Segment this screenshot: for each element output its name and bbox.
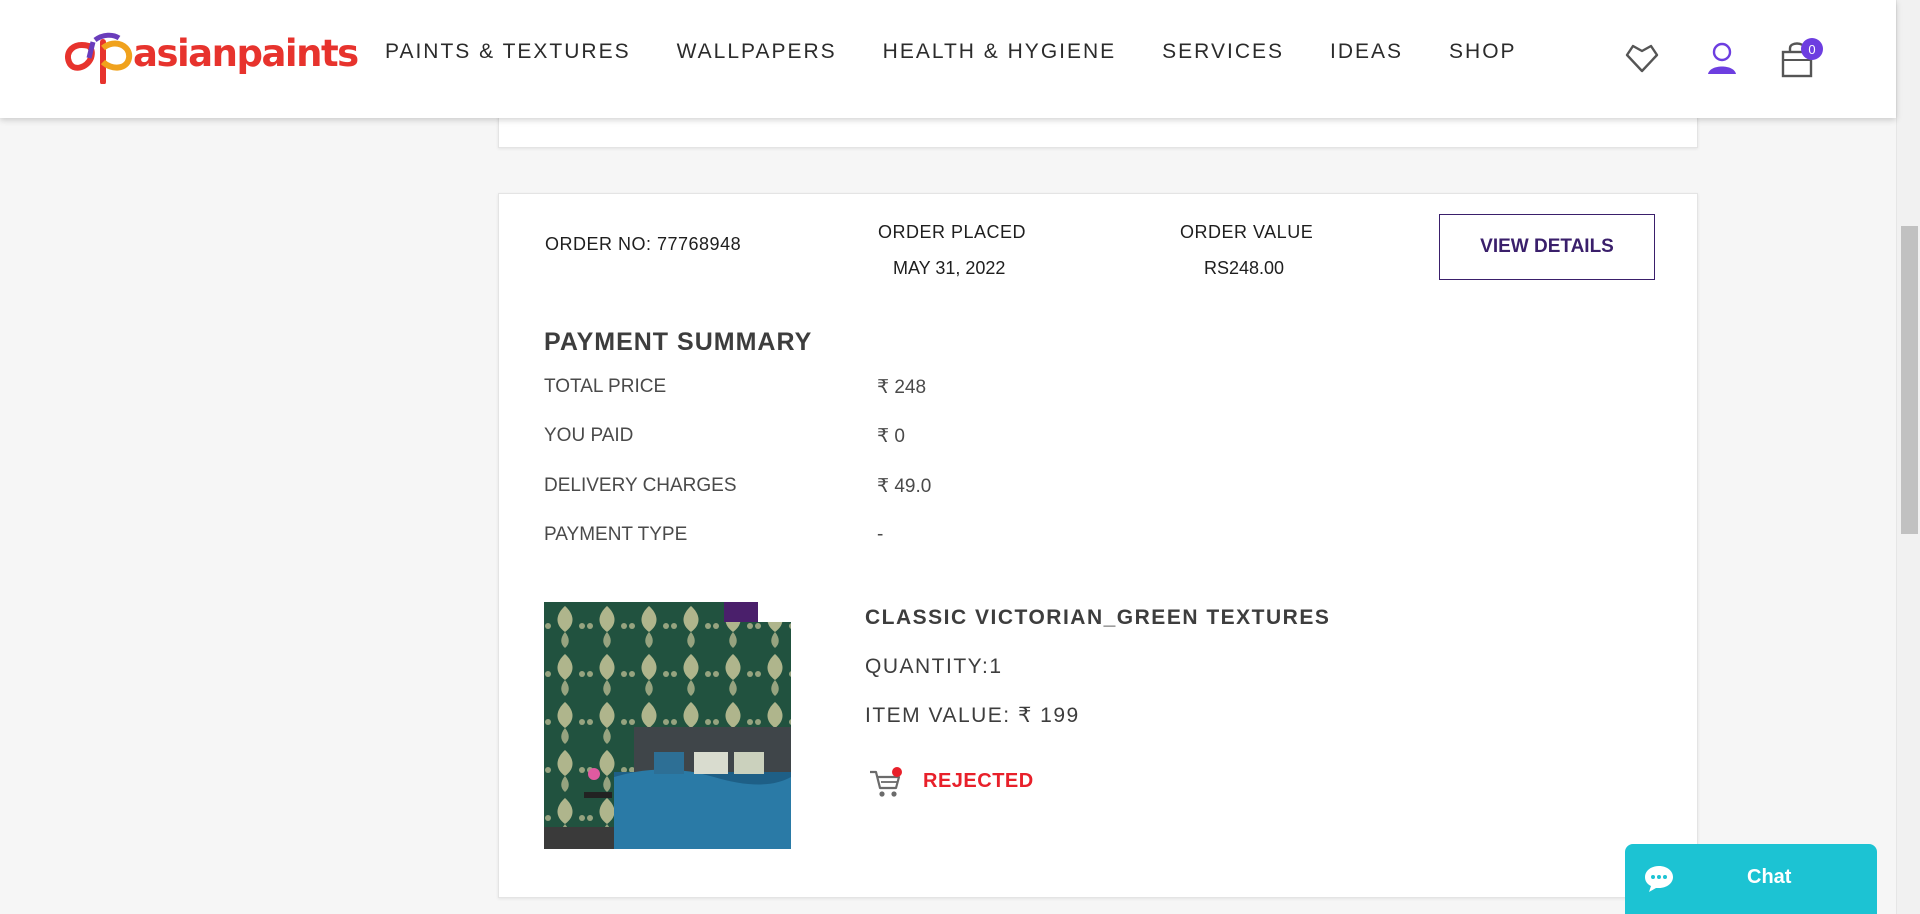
heart-icon[interactable] (1622, 37, 1662, 77)
user-icon[interactable] (1702, 38, 1742, 78)
payment-label: PAYMENT TYPE (544, 524, 688, 545)
chat-button[interactable]: Chat (1625, 844, 1877, 914)
product-item-value: ITEM VALUE: ₹ 199 (865, 704, 1080, 727)
payment-row: DELIVERY CHARGES ₹ 49.0 (544, 475, 1144, 505)
logo-mark-icon (65, 32, 133, 84)
nav-paints-textures[interactable]: PAINTS & TEXTURES (385, 40, 631, 64)
chat-bubble-icon (1645, 866, 1673, 892)
order-value-label: ORDER VALUE (1180, 222, 1314, 242)
payment-value: ₹ 248 (877, 377, 927, 398)
order-status: REJECTED (923, 770, 1034, 792)
order-card: ORDER NO: 77768948 ORDER PLACED MAY 31, … (498, 193, 1698, 898)
cart-icon (870, 767, 902, 797)
order-value: RS248.00 (1204, 258, 1285, 278)
nav-health-hygiene[interactable]: HEALTH & HYGIENE (883, 40, 1117, 64)
payment-label: DELIVERY CHARGES (544, 475, 737, 496)
payment-value: - (877, 524, 884, 545)
chat-label: Chat (1747, 866, 1792, 888)
payment-value: ₹ 0 (877, 426, 905, 447)
nav-services[interactable]: SERVICES (1162, 40, 1284, 64)
payment-row: PAYMENT TYPE - (544, 524, 1144, 554)
product-name[interactable]: CLASSIC VICTORIAN_GREEN TEXTURES (865, 606, 1330, 630)
nav-ideas[interactable]: IDEAS (1330, 40, 1403, 64)
brand-logo[interactable]: asianpaints (59, 28, 359, 84)
payment-label: TOTAL PRICE (544, 376, 667, 397)
brand-wordmark: asianpaints (133, 31, 359, 75)
payment-row: YOU PAID ₹ 0 (544, 425, 1144, 455)
order-number: ORDER NO: 77768948 (545, 234, 742, 254)
product-image[interactable] (544, 602, 791, 849)
order-placed-label: ORDER PLACED (878, 222, 1027, 242)
scrollbar-thumb[interactable] (1901, 226, 1918, 534)
nav-wallpapers[interactable]: WALLPAPERS (677, 40, 837, 64)
view-details-button[interactable]: VIEW DETAILS (1439, 214, 1655, 280)
product-quantity: QUANTITY:1 (865, 655, 1003, 678)
main-nav: PAINTS & TEXTURES WALLPAPERS HEALTH & HY… (385, 40, 1563, 64)
payment-summary-title: PAYMENT SUMMARY (544, 328, 813, 356)
site-header: asianpaints PAINTS & TEXTURES WALLPAPERS… (0, 0, 1896, 118)
product-thumbnail-illustration (544, 602, 791, 849)
payment-value: ₹ 49.0 (877, 476, 932, 497)
payment-label: YOU PAID (544, 425, 634, 446)
page-scrollbar[interactable] (1896, 0, 1920, 914)
cart-count-badge: 0 (1801, 38, 1823, 60)
payment-row: TOTAL PRICE ₹ 248 (544, 376, 1144, 406)
order-placed-date: MAY 31, 2022 (893, 258, 1006, 278)
nav-shop[interactable]: SHOP (1449, 40, 1517, 64)
